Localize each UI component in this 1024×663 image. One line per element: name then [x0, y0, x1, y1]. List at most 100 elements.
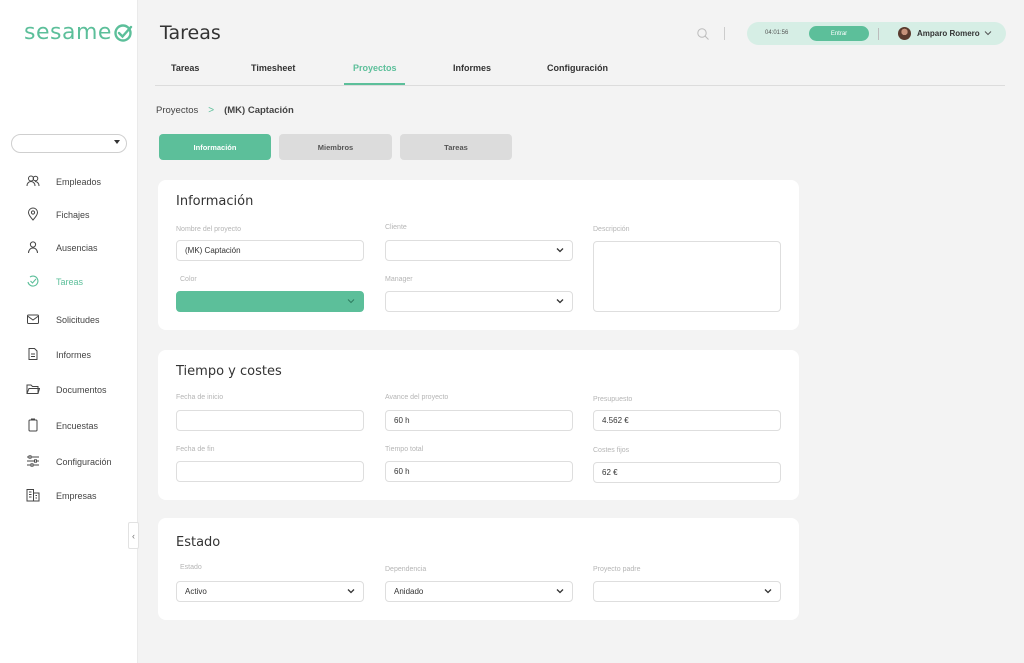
- parent-project-label: Proyecto padre: [593, 566, 641, 573]
- progress-input[interactable]: 60 h: [385, 410, 573, 431]
- time-card-title: Tiempo y costes: [176, 364, 282, 379]
- total-time-label: Tiempo total: [385, 446, 424, 453]
- sidebar-item-configuracion[interactable]: Configuración: [0, 452, 137, 472]
- status-label: Estado: [180, 564, 202, 571]
- sidebar-item-ausencias[interactable]: Ausencias: [0, 238, 137, 258]
- dependency-value: Anidado: [394, 587, 424, 596]
- sidebar-item-label: Documentos: [56, 385, 107, 395]
- tab-timesheet[interactable]: Timesheet: [251, 63, 295, 73]
- document-icon: [28, 348, 38, 360]
- sidebar-item-label: Empleados: [56, 177, 102, 187]
- manager-select[interactable]: [385, 291, 573, 312]
- project-name-value: (MK) Captación: [185, 246, 241, 255]
- info-card: Información Nombre del proyecto (MK) Cap…: [158, 180, 799, 330]
- end-date-label: Fecha de fin: [176, 446, 215, 453]
- entrar-button[interactable]: Entrar: [809, 26, 869, 41]
- sidebar-item-label: Informes: [56, 350, 92, 360]
- client-label: Cliente: [385, 224, 407, 231]
- tab-tareas[interactable]: Tareas: [171, 63, 199, 73]
- user-name[interactable]: Amparo Romero: [917, 29, 980, 38]
- envelope-icon: [27, 314, 39, 324]
- folder-icon: [26, 384, 40, 394]
- project-name-label: Nombre del proyecto: [176, 226, 241, 233]
- start-date-label: Fecha de inicio: [176, 394, 224, 401]
- sidebar-item-encuestas[interactable]: Encuestas: [0, 416, 137, 436]
- sidebar-item-documentos[interactable]: Documentos: [0, 380, 137, 400]
- header-divider: [724, 27, 725, 40]
- project-name-input[interactable]: (MK) Captación: [176, 240, 364, 261]
- chevron-left-icon: ‹: [132, 530, 135, 541]
- chevron-down-icon[interactable]: [984, 29, 992, 37]
- info-card-title: Información: [176, 194, 254, 209]
- active-tab-indicator: [344, 83, 405, 85]
- budget-label: Presupuesto: [593, 396, 633, 403]
- progress-label: Avance del proyecto: [385, 394, 449, 401]
- color-select[interactable]: [176, 291, 364, 312]
- sidebar-item-fichajes[interactable]: Fichajes: [0, 205, 137, 225]
- status-card-title: Estado: [176, 535, 221, 550]
- tab-configuracion[interactable]: Configuración: [547, 63, 608, 73]
- company-select[interactable]: [11, 134, 127, 153]
- breadcrumb-separator: >: [208, 105, 215, 116]
- parent-project-select[interactable]: [593, 581, 781, 602]
- budget-value: 4.562 €: [602, 416, 629, 425]
- end-date-input[interactable]: [176, 461, 364, 482]
- time-costs-card: Tiempo y costes Fecha de inicio Avance d…: [158, 350, 799, 500]
- segment-informacion[interactable]: Información: [159, 134, 271, 160]
- page-title: Tareas: [160, 22, 221, 44]
- dependency-label: Dependencia: [385, 566, 427, 573]
- chevron-down-icon: [556, 299, 564, 304]
- client-select[interactable]: [385, 240, 573, 261]
- status-select[interactable]: Activo: [176, 581, 364, 602]
- clock-time: 04:01:56: [765, 30, 789, 36]
- sidebar-item-empleados[interactable]: Empleados: [0, 172, 137, 192]
- budget-input[interactable]: 4.562 €: [593, 410, 781, 431]
- chevron-down-icon: [347, 589, 355, 594]
- sidebar-item-label: Encuestas: [56, 421, 99, 431]
- dependency-select[interactable]: Anidado: [385, 581, 573, 602]
- clipboard-icon: [28, 418, 38, 432]
- progress-value: 60 h: [394, 416, 410, 425]
- sidebar-item-tareas[interactable]: Tareas: [0, 272, 137, 292]
- start-date-input[interactable]: [176, 410, 364, 431]
- caret-down-icon: [114, 140, 120, 144]
- search-icon[interactable]: [696, 27, 710, 41]
- sidebar-item-label: Empresas: [56, 491, 97, 501]
- segment-miembros[interactable]: Miembros: [279, 134, 392, 160]
- tasks-icon: [27, 275, 39, 287]
- sidebar-item-solicitudes[interactable]: Solicitudes: [0, 310, 137, 330]
- description-textarea[interactable]: [593, 241, 781, 312]
- segment-tareas[interactable]: Tareas: [400, 134, 512, 160]
- breadcrumb-root[interactable]: Proyectos: [156, 105, 198, 116]
- sidebar-item-empresas[interactable]: Empresas: [0, 486, 137, 506]
- status-card: Estado Estado Activo Dependencia Anidado…: [158, 518, 799, 620]
- sidebar-item-informes[interactable]: Informes: [0, 345, 137, 365]
- fixed-costs-value: 62 €: [602, 468, 618, 477]
- color-label: Color: [180, 276, 197, 283]
- logo-check-icon: [114, 23, 133, 42]
- chevron-down-icon: [556, 248, 564, 253]
- total-time-input[interactable]: 60 h: [385, 461, 573, 482]
- breadcrumb: Proyectos > (MK) Captación: [156, 105, 294, 116]
- sidebar-item-label: Solicitudes: [56, 315, 100, 325]
- person-icon: [28, 241, 38, 254]
- sesame-logo[interactable]: sesame: [24, 20, 133, 45]
- collapse-sidebar-button[interactable]: ‹: [128, 522, 139, 549]
- fixed-costs-input[interactable]: 62 €: [593, 462, 781, 483]
- tab-proyectos[interactable]: Proyectos: [353, 63, 397, 73]
- description-label: Descripción: [593, 226, 630, 233]
- buildings-icon: [26, 489, 40, 502]
- avatar[interactable]: [898, 27, 911, 40]
- chevron-down-icon: [764, 589, 772, 594]
- fixed-costs-label: Costes fijos: [593, 447, 630, 454]
- sidebar: sesame Empleados Fichajes Ausencias Tare…: [0, 0, 138, 663]
- sidebar-item-label: Ausencias: [56, 243, 98, 253]
- tab-informes[interactable]: Informes: [453, 63, 491, 73]
- status-value: Activo: [185, 587, 207, 596]
- sidebar-item-label: Fichajes: [56, 210, 90, 220]
- chevron-down-icon: [347, 299, 355, 304]
- main-tabs: Tareas Timesheet Proyectos Informes Conf…: [155, 60, 1005, 86]
- location-pin-icon: [27, 207, 39, 221]
- clock-divider: [878, 28, 879, 40]
- sidebar-item-label: Tareas: [56, 277, 84, 287]
